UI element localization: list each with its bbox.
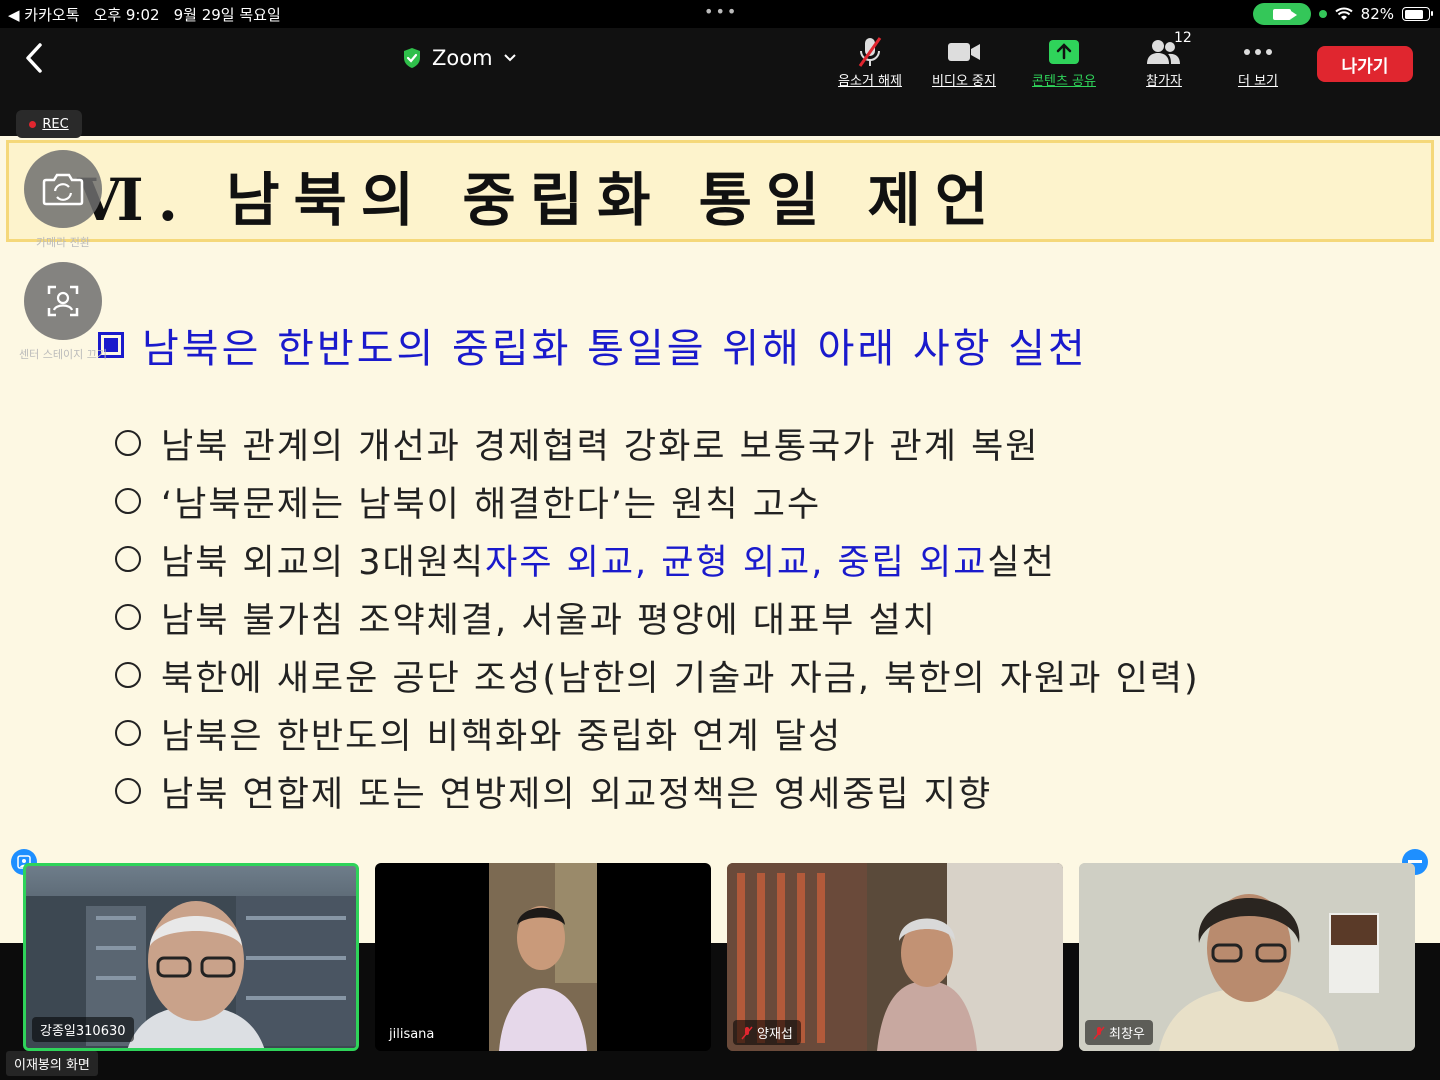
bullet-text: ‘남북문제는 남북이 해결한다’는 원칙 고수 xyxy=(161,484,822,525)
stop-video-label: 비디오 중지 xyxy=(932,74,996,89)
muted-microphone-icon xyxy=(741,1026,753,1039)
back-to-app-link[interactable]: ◀ 카카오톡 xyxy=(8,4,80,25)
more-button[interactable]: 더 보기 xyxy=(1208,34,1308,89)
clock: 오후 9:02 xyxy=(93,6,160,24)
recording-badge[interactable]: REC xyxy=(16,110,82,138)
encryption-shield-icon xyxy=(404,48,420,68)
switch-camera-button[interactable] xyxy=(24,150,102,228)
participant-name: 최창우 xyxy=(1109,1027,1145,1042)
participant-name: 강종일310630 xyxy=(40,1024,126,1039)
circle-bullet-icon xyxy=(115,488,141,514)
meeting-toolbar: Zoom 음소거 해제 비디오 중지 콘텐츠 공유 12 참가자 더 보기 나가… xyxy=(0,28,1440,98)
meeting-info-dropdown[interactable]: Zoom xyxy=(402,46,517,70)
circle-bullet-icon xyxy=(115,430,141,456)
bullet-item: 남북 외교의 3대원칙 자주 외교, 균형 외교, 중립 외교 실천 xyxy=(115,530,1200,588)
bullet-text: 남북 불가침 조약체결, 서울과 평양에 대표부 설치 xyxy=(161,600,937,641)
circle-bullet-icon xyxy=(115,662,141,688)
more-dots-icon xyxy=(1244,49,1272,55)
date: 9월 29일 목요일 xyxy=(173,6,281,24)
participant-name-tag: 강종일310630 xyxy=(32,1017,134,1042)
bullet-text: 남북 관계의 개선과 경제협력 강화로 보통국가 관계 복원 xyxy=(161,426,1040,467)
muted-microphone-icon xyxy=(1093,1026,1105,1039)
video-camera-icon xyxy=(948,43,980,61)
bullet-text-suffix: 실천 xyxy=(987,542,1056,583)
unmute-label: 음소거 해제 xyxy=(838,74,902,89)
wifi-icon xyxy=(1334,7,1353,20)
leave-meeting-button[interactable]: 나가기 xyxy=(1317,46,1413,82)
bullet-item: ‘남북문제는 남북이 해결한다’는 원칙 고수 xyxy=(115,472,1200,530)
center-stage-label: 센터 스테이지 끄기 xyxy=(19,348,107,361)
muted-microphone-icon xyxy=(858,37,882,67)
chevron-down-icon xyxy=(503,54,516,62)
status-bar: ◀ 카카오톡 오후 9:02 9월 29일 목요일 ••• 82% xyxy=(0,0,1440,28)
slide-heading: 남북은 한반도의 중립화 통일을 위해 아래 사항 실천 xyxy=(98,316,1088,374)
battery-level-fill xyxy=(1404,9,1424,19)
bullet-item: 북한에 새로운 공단 조성(남한의 기술과 자금, 북한의 자원과 인력) xyxy=(115,646,1200,704)
circle-bullet-icon xyxy=(115,778,141,804)
unmute-button[interactable]: 음소거 해제 xyxy=(820,34,920,89)
more-label: 더 보기 xyxy=(1237,74,1278,89)
share-screen-icon xyxy=(1049,40,1079,64)
bullet-text: 남북 연합제 또는 연방제의 외교정책은 영세중립 지향 xyxy=(161,774,993,815)
video-tile[interactable]: 강종일310630 xyxy=(23,863,359,1051)
participant-video xyxy=(489,863,597,1051)
video-tile[interactable]: 양재섭 xyxy=(727,863,1063,1051)
participants-button[interactable]: 12 참가자 xyxy=(1114,30,1214,89)
bullet-item: 남북 관계의 개선과 경제협력 강화로 보통국가 관계 복원 xyxy=(115,414,1200,472)
circle-bullet-icon xyxy=(115,720,141,746)
shared-screen-area: Ⅵ. 남북의 중립화 통일 제언 남북은 한반도의 중립화 통일을 위해 아래 … xyxy=(0,98,1440,943)
slide-bullet-list: 남북 관계의 개선과 경제협력 강화로 보통국가 관계 복원 ‘남북문제는 남북… xyxy=(115,414,1200,820)
bullet-text: 남북은 한반도의 비핵화와 중립화 연계 달성 xyxy=(161,716,843,757)
bullet-text: 북한에 새로운 공단 조성(남한의 기술과 자금, 북한의 자원과 인력) xyxy=(161,658,1200,699)
participant-name-tag: 최창우 xyxy=(1085,1020,1153,1045)
participant-name: 양재섭 xyxy=(757,1027,793,1042)
center-stage-icon xyxy=(47,285,79,317)
meeting-title: Zoom xyxy=(432,46,493,70)
switch-camera-label: 카메라 전환 xyxy=(35,236,91,249)
slide-title-bar: Ⅵ. 남북의 중립화 통일 제언 xyxy=(6,140,1434,242)
circle-bullet-icon xyxy=(115,546,141,572)
share-content-button[interactable]: 콘텐츠 공유 xyxy=(1014,34,1114,89)
presentation-slide: Ⅵ. 남북의 중립화 통일 제언 남북은 한반도의 중립화 통일을 위해 아래 … xyxy=(0,136,1440,943)
battery-icon xyxy=(1402,7,1433,21)
share-content-label: 콘텐츠 공유 xyxy=(1032,74,1096,89)
center-stage-button[interactable] xyxy=(24,262,102,340)
screen-share-owner-label: 이재봉의 화면 xyxy=(6,1051,98,1076)
video-tile[interactable]: jilisana xyxy=(375,863,711,1051)
stop-video-button[interactable]: 비디오 중지 xyxy=(914,34,1014,89)
video-tile[interactable]: 최창우 xyxy=(1079,863,1415,1051)
back-chevron-icon[interactable] xyxy=(24,42,44,74)
bullet-highlight-text: 자주 외교, 균형 외교, 중립 외교 xyxy=(485,542,988,583)
bullet-item: 남북 연합제 또는 연방제의 외교정책은 영세중립 지향 xyxy=(115,762,1200,820)
bullet-item: 남북 불가침 조약체결, 서울과 평양에 대표부 설치 xyxy=(115,588,1200,646)
slide-heading-text: 남북은 한반도의 중립화 통일을 위해 아래 사항 실천 xyxy=(142,326,1088,372)
recording-label: REC xyxy=(42,116,69,132)
participant-name: jilisana xyxy=(389,1027,435,1042)
participants-label: 참가자 xyxy=(1146,74,1182,89)
circle-bullet-icon xyxy=(115,604,141,630)
video-gallery: 강종일310630 jilisana 양재섭 최창우 이재봉의 화면 xyxy=(0,849,1440,1080)
bullet-item: 남북은 한반도의 비핵화와 중립화 연계 달성 xyxy=(115,704,1200,762)
camera-indicator-dot xyxy=(1318,10,1327,18)
slide-title: Ⅵ. 남북의 중립화 통일 제언 xyxy=(77,166,1003,234)
recording-dot-icon xyxy=(29,120,37,128)
participant-count: 12 xyxy=(1174,30,1192,46)
participant-name-tag: 양재섭 xyxy=(733,1020,801,1045)
camera-in-use-icon xyxy=(1252,3,1311,25)
camera-switch-icon xyxy=(42,173,84,206)
participant-name-tag: jilisana xyxy=(381,1024,443,1045)
multitasking-dots-icon[interactable]: ••• xyxy=(704,2,738,21)
battery-percent: 82% xyxy=(1360,5,1394,23)
bullet-text: 남북 외교의 3대원칙 xyxy=(161,542,486,583)
